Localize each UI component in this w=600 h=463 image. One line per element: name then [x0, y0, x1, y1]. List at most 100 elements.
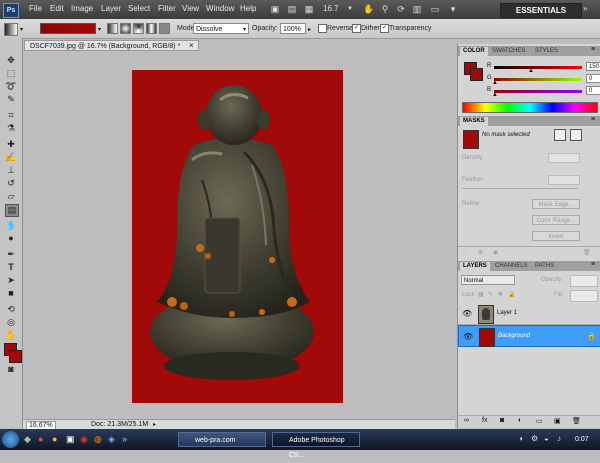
brush-tool-icon[interactable]: ✍ [5, 152, 17, 163]
tab-swatches[interactable]: SWATCHES [489, 47, 528, 56]
feather-field[interactable] [548, 175, 580, 185]
background-color-swatch[interactable] [470, 68, 483, 81]
tray-icon[interactable]: ⚙ [531, 434, 538, 443]
crop-tool-icon[interactable]: ⌗ [5, 110, 17, 121]
tab-layers[interactable]: LAYERS [460, 262, 490, 271]
tab-masks[interactable]: MASKS [460, 117, 488, 126]
workspace-switcher[interactable]: ESSENTIALS [500, 3, 582, 18]
link-layers-icon[interactable]: ∞ [464, 417, 469, 424]
zoom-readout[interactable]: 16.7 [323, 4, 339, 13]
menu-window[interactable]: Window [206, 4, 234, 13]
gradient-swatch[interactable] [40, 23, 96, 34]
bridge-icon[interactable]: ▣ [268, 3, 282, 15]
adjustment-layer-icon[interactable]: ◐ [518, 417, 522, 424]
lock-transparent-icon[interactable]: ▦ [478, 291, 484, 298]
transparency-checkbox[interactable]: ✓ [380, 24, 389, 33]
zoom-dropdown-icon[interactable]: ▼ [346, 3, 354, 15]
layer-name[interactable]: Background [498, 333, 530, 339]
layers-panel-menu-icon[interactable]: ≡ [591, 261, 595, 268]
layer-row[interactable]: 👁 Background 🔒 [458, 325, 600, 347]
tool-preset-dropdown-icon[interactable]: ▾ [20, 26, 23, 33]
blend-mode-select[interactable]: Normal [461, 275, 515, 285]
r-slider[interactable] [494, 66, 582, 69]
workspace-dropdown-icon[interactable]: » [583, 4, 587, 13]
b-slider[interactable] [494, 90, 582, 93]
quicklaunch-icon[interactable]: ◈ [108, 434, 115, 445]
menu-layer[interactable]: Layer [101, 4, 121, 13]
fill-field[interactable] [570, 290, 598, 302]
add-pixel-mask-icon[interactable] [554, 129, 566, 141]
r-value-field[interactable]: 150 [586, 62, 600, 71]
b-value-field[interactable]: 0 [586, 86, 600, 95]
radial-gradient-icon[interactable] [120, 23, 131, 34]
quicklaunch-icon[interactable]: ◍ [94, 434, 102, 445]
layer-style-icon[interactable]: fx [482, 417, 487, 424]
lock-position-icon[interactable]: ✥ [498, 291, 503, 298]
b-slider-thumb-icon[interactable]: ▲ [492, 92, 498, 98]
angle-gradient-icon[interactable] [133, 23, 144, 34]
panel-menu-icon[interactable]: ≡ [591, 46, 595, 53]
opacity-slider-icon[interactable]: ▸ [308, 26, 311, 33]
healing-brush-tool-icon[interactable]: ✚ [5, 139, 17, 150]
lasso-tool-icon[interactable]: ➰ [5, 81, 17, 92]
lock-image-icon[interactable]: ✎ [488, 291, 493, 298]
type-tool-icon[interactable]: T [5, 262, 17, 273]
masks-panel-menu-icon[interactable]: ≡ [591, 116, 595, 123]
tab-styles[interactable]: STYLES [532, 47, 561, 56]
gradient-tool-icon[interactable]: ▤ [5, 204, 19, 217]
tab-paths[interactable]: PATHS [532, 262, 557, 271]
linear-gradient-icon[interactable] [107, 23, 118, 34]
arrange-documents-icon[interactable]: ▥ [410, 3, 424, 15]
rotate-view-icon[interactable]: ⟳ [394, 3, 408, 15]
marquee-tool-icon[interactable]: ⬚ [5, 68, 17, 79]
status-menu-icon[interactable]: ▸ [153, 421, 156, 428]
3d-rotate-tool-icon[interactable]: ⟲ [5, 304, 17, 315]
invert-button[interactable]: Invert [532, 231, 580, 241]
eye-icon[interactable]: 👁 [463, 332, 473, 341]
layer-name[interactable]: Layer 1 [497, 310, 517, 316]
clock[interactable]: 0:07 [575, 436, 589, 443]
add-vector-mask-icon[interactable] [570, 129, 582, 141]
taskbar-window-web-pra[interactable]: web-pra.com [178, 432, 266, 447]
gradient-tool-icon[interactable] [4, 23, 18, 36]
document-canvas[interactable] [132, 70, 343, 403]
apply-mask-icon[interactable]: ⊕ [478, 249, 483, 256]
density-field[interactable] [548, 153, 580, 163]
blur-tool-icon[interactable]: 💧 [5, 220, 17, 231]
g-slider-thumb-icon[interactable]: ▲ [492, 80, 498, 86]
diamond-gradient-icon[interactable] [159, 23, 170, 34]
eye-icon[interactable]: 👁 [462, 309, 472, 318]
screen-mode-icon[interactable]: ▭ [428, 3, 442, 15]
dither-checkbox[interactable]: ✓ [352, 24, 361, 33]
tab-channels[interactable]: CHANNELS [492, 262, 531, 271]
hand-tool-icon[interactable]: ✋ [5, 330, 17, 341]
taskbar-window-photoshop[interactable]: Adobe Photoshop CS... [272, 432, 360, 459]
quick-selection-tool-icon[interactable]: ✎ [5, 94, 17, 105]
r-slider-thumb-icon[interactable]: ▲ [528, 68, 534, 74]
zoom-tool-icon[interactable]: ⚲ [378, 3, 392, 15]
eyedropper-tool-icon[interactable]: ⚗ [5, 123, 17, 134]
mask-edge-button[interactable]: Mask Edge... [532, 199, 580, 209]
quicklaunch-icon[interactable]: ● [52, 434, 57, 444]
layer-row[interactable]: 👁 Layer 1 [458, 303, 600, 325]
color-range-button[interactable]: Color Range... [532, 215, 580, 225]
mini-bridge-icon[interactable]: ▤ [285, 3, 299, 15]
path-selection-tool-icon[interactable]: ➤ [5, 275, 17, 286]
tray-icon[interactable]: ◑ [518, 434, 523, 443]
quick-mask-icon[interactable]: ◙ [5, 364, 17, 375]
hand-tool-icon[interactable]: ✋ [362, 3, 376, 15]
document-tab[interactable]: DSCF7039.jpg @ 16.7% (Background, RGB/8)… [24, 40, 199, 51]
feather-slider[interactable] [462, 188, 578, 189]
quicklaunch-icon[interactable]: ◉ [80, 434, 88, 445]
reflected-gradient-icon[interactable] [146, 23, 157, 34]
clone-stamp-tool-icon[interactable]: ⊥ [5, 165, 17, 176]
dodge-tool-icon[interactable]: ● [5, 233, 17, 244]
eraser-tool-icon[interactable]: ▱ [5, 191, 17, 202]
opacity-field[interactable]: 100% [280, 23, 306, 34]
quicklaunch-icon[interactable]: ▣ [66, 434, 75, 445]
pen-tool-icon[interactable]: ✒ [5, 249, 17, 260]
shape-tool-icon[interactable]: ■ [5, 288, 17, 299]
gradient-picker-dropdown-icon[interactable]: ▾ [98, 26, 101, 33]
3d-orbit-tool-icon[interactable]: ◎ [5, 317, 17, 328]
menu-image[interactable]: Image [71, 4, 93, 13]
